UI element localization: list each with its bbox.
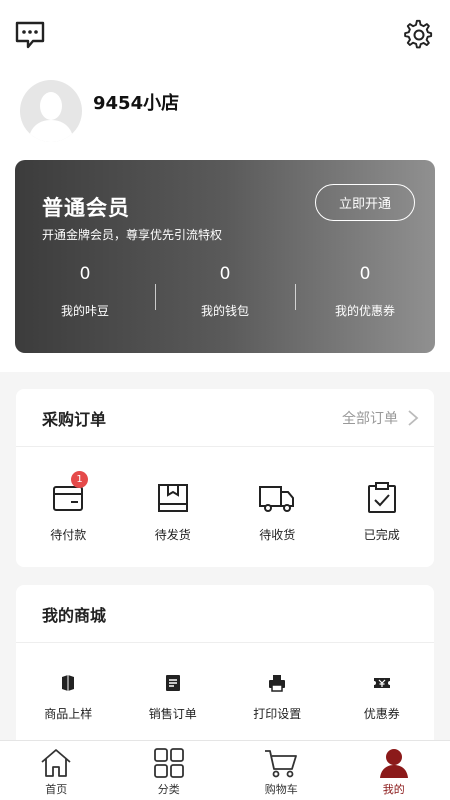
purchase-orders-grid: 1 待付款 待发货 待收货 已完成 xyxy=(16,447,434,543)
order-pending-receipt[interactable]: 待收货 xyxy=(225,477,330,543)
mall-item-label: 商品上样 xyxy=(44,707,93,721)
mall-product-sample[interactable]: 商品上样 xyxy=(16,673,121,722)
membership-subtitle: 开通金牌会员，尊享优先引流特权 xyxy=(42,228,223,242)
order-pending-payment[interactable]: 1 待付款 xyxy=(16,471,121,543)
stat-kadou[interactable]: 0 我的咔豆 xyxy=(15,262,155,332)
order-status-label: 待收货 xyxy=(259,528,296,542)
truck-icon xyxy=(259,486,295,512)
membership-title: 普通会员 xyxy=(42,196,130,220)
header-area: 9454小店 普通会员 开通金牌会员，尊享优先引流特权 立即开通 0 我的咔豆 … xyxy=(0,0,450,372)
mall-item-label: 销售订单 xyxy=(148,707,197,721)
stat-value: 0 xyxy=(219,264,231,284)
my-mall-panel: 我的商城 商品上样 销售订单 打印设置 优惠券 xyxy=(16,585,434,740)
open-membership-button[interactable]: 立即开通 xyxy=(315,184,415,221)
purchase-orders-title: 采购订单 xyxy=(42,409,107,429)
pending-payment-badge: 1 xyxy=(71,471,88,488)
mall-item-label: 优惠券 xyxy=(363,707,400,721)
avatar[interactable] xyxy=(20,80,82,142)
purchase-orders-header: 采购订单 全部订单 xyxy=(16,389,434,447)
product-icon xyxy=(62,675,75,691)
shop-name: 9454小店 xyxy=(93,93,180,114)
cart-icon xyxy=(265,750,298,778)
user-icon xyxy=(379,749,408,778)
coupon-icon xyxy=(373,678,390,688)
order-list-icon xyxy=(165,675,180,691)
order-status-label: 待发货 xyxy=(154,528,191,542)
printer-icon xyxy=(269,675,286,692)
stat-label: 我的优惠券 xyxy=(334,304,395,318)
purchase-orders-panel: 采购订单 全部订单 1 待付款 待发货 待收货 已完成 xyxy=(16,389,434,567)
home-icon xyxy=(41,749,71,777)
mall-item-label: 打印设置 xyxy=(253,707,302,721)
nav-label: 购物车 xyxy=(264,783,298,796)
nav-category[interactable]: 分类 xyxy=(113,741,226,800)
stat-value: 0 xyxy=(79,264,91,284)
my-mall-header: 我的商城 xyxy=(16,585,434,643)
gear-icon[interactable] xyxy=(403,19,435,51)
mall-sales-orders[interactable]: 销售订单 xyxy=(121,673,226,722)
mall-coupons[interactable]: 优惠券 xyxy=(330,673,435,722)
my-mall-title: 我的商城 xyxy=(42,605,107,625)
nav-home[interactable]: 首页 xyxy=(0,741,113,800)
nav-label: 首页 xyxy=(45,783,68,796)
stat-label: 我的钱包 xyxy=(200,304,249,318)
chevron-right-icon xyxy=(408,409,419,426)
stat-wallet[interactable]: 0 我的钱包 xyxy=(155,262,295,332)
order-status-label: 已完成 xyxy=(363,528,400,542)
my-mall-grid: 商品上样 销售订单 打印设置 优惠券 xyxy=(16,643,434,722)
message-dots-icon[interactable] xyxy=(14,20,46,50)
membership-card: 普通会员 开通金牌会员，尊享优先引流特权 立即开通 0 我的咔豆 0 我的钱包 … xyxy=(15,160,435,353)
nav-cart[interactable]: 购物车 xyxy=(225,741,338,800)
membership-stats: 0 我的咔豆 0 我的钱包 0 我的优惠券 xyxy=(15,262,435,332)
order-status-label: 待付款 xyxy=(50,528,87,542)
grid-icon xyxy=(153,748,184,778)
stat-coupons[interactable]: 0 我的优惠券 xyxy=(295,262,435,332)
stat-value: 0 xyxy=(359,264,371,284)
bottom-nav: 首页 分类 购物车 我的 xyxy=(0,740,450,800)
mall-print-settings[interactable]: 打印设置 xyxy=(225,673,330,722)
nav-mine[interactable]: 我的 xyxy=(338,741,450,800)
clipboard-check-icon xyxy=(367,482,396,513)
order-completed[interactable]: 已完成 xyxy=(330,477,435,543)
all-orders-label: 全部订单 xyxy=(342,410,398,427)
nav-label: 我的 xyxy=(382,783,405,796)
order-pending-shipment[interactable]: 待发货 xyxy=(121,477,226,543)
stat-label: 我的咔豆 xyxy=(60,304,109,318)
nav-label: 分类 xyxy=(157,783,180,796)
all-orders-link[interactable]: 全部订单 xyxy=(342,408,420,428)
box-icon xyxy=(157,484,188,512)
avatar-placeholder-icon xyxy=(28,92,74,142)
